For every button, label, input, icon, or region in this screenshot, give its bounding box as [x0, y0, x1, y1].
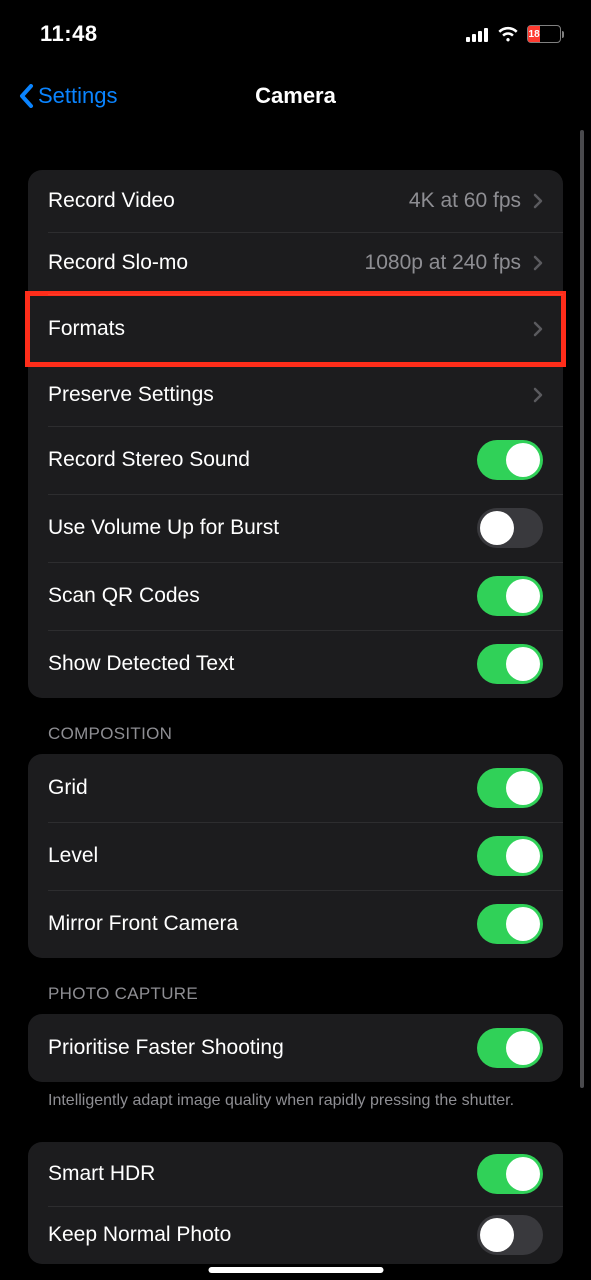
label-level: Level — [48, 844, 98, 868]
toggle-keep-normal[interactable] — [477, 1215, 543, 1255]
label-grid: Grid — [48, 776, 88, 800]
label-scan-qr: Scan QR Codes — [48, 584, 200, 608]
label-record-stereo: Record Stereo Sound — [48, 448, 250, 472]
value-record-slomo: 1080p at 240 fps — [365, 251, 521, 275]
label-keep-normal: Keep Normal Photo — [48, 1223, 231, 1247]
row-scan-qr[interactable]: Scan QR Codes — [28, 562, 563, 630]
row-prioritise-faster[interactable]: Prioritise Faster Shooting — [28, 1014, 563, 1082]
toggle-mirror[interactable] — [477, 904, 543, 944]
toggle-scan-qr[interactable] — [477, 576, 543, 616]
chevron-right-icon — [533, 193, 543, 209]
home-indicator[interactable] — [208, 1267, 383, 1273]
row-detected-text[interactable]: Show Detected Text — [28, 630, 563, 698]
group-photo-capture-1: Prioritise Faster Shooting — [28, 1014, 563, 1082]
navbar: Settings Camera — [0, 66, 591, 126]
label-formats: Formats — [48, 317, 125, 341]
toggle-record-stereo[interactable] — [477, 440, 543, 480]
label-record-slomo: Record Slo-mo — [48, 251, 188, 275]
group-photo-capture-2: Smart HDR Keep Normal Photo — [28, 1142, 563, 1264]
header-photo-capture: Photo Capture — [28, 958, 563, 1014]
group-composition: Grid Level Mirror Front Camera — [28, 754, 563, 958]
toggle-detected-text[interactable] — [477, 644, 543, 684]
row-record-stereo[interactable]: Record Stereo Sound — [28, 426, 563, 494]
battery-percent: 18 — [528, 26, 540, 42]
row-formats[interactable]: Formats — [28, 294, 563, 364]
row-volume-burst[interactable]: Use Volume Up for Burst — [28, 494, 563, 562]
row-grid[interactable]: Grid — [28, 754, 563, 822]
toggle-grid[interactable] — [477, 768, 543, 808]
chevron-right-icon — [533, 387, 543, 403]
footer-prioritise: Intelligently adapt image quality when r… — [28, 1082, 563, 1112]
label-mirror: Mirror Front Camera — [48, 912, 238, 936]
status-bar: 11:48 18 — [0, 0, 591, 60]
row-mirror[interactable]: Mirror Front Camera — [28, 890, 563, 958]
chevron-left-icon — [18, 84, 34, 108]
label-volume-burst: Use Volume Up for Burst — [48, 516, 279, 540]
group-main: Record Video 4K at 60 fps Record Slo-mo … — [28, 170, 563, 698]
status-time: 11:48 — [40, 21, 98, 47]
toggle-level[interactable] — [477, 836, 543, 876]
toggle-smart-hdr[interactable] — [477, 1154, 543, 1194]
back-label: Settings — [38, 83, 118, 109]
header-composition: Composition — [28, 698, 563, 754]
row-level[interactable]: Level — [28, 822, 563, 890]
scroll-indicator[interactable] — [580, 130, 584, 1088]
label-record-video: Record Video — [48, 189, 175, 213]
toggle-prioritise-faster[interactable] — [477, 1028, 543, 1068]
row-record-slomo[interactable]: Record Slo-mo 1080p at 240 fps — [28, 232, 563, 294]
chevron-right-icon — [533, 321, 543, 337]
row-record-video[interactable]: Record Video 4K at 60 fps — [28, 170, 563, 232]
row-preserve-settings[interactable]: Preserve Settings — [28, 364, 563, 426]
label-smart-hdr: Smart HDR — [48, 1162, 155, 1186]
value-record-video: 4K at 60 fps — [409, 189, 521, 213]
row-smart-hdr[interactable]: Smart HDR — [28, 1142, 563, 1206]
label-detected-text: Show Detected Text — [48, 652, 234, 676]
chevron-right-icon — [533, 255, 543, 271]
back-button[interactable]: Settings — [18, 83, 118, 109]
status-icons: 18 — [466, 25, 561, 43]
cellular-icon — [466, 27, 489, 42]
label-preserve-settings: Preserve Settings — [48, 383, 214, 407]
wifi-icon — [497, 26, 519, 42]
toggle-volume-burst[interactable] — [477, 508, 543, 548]
row-keep-normal[interactable]: Keep Normal Photo — [28, 1206, 563, 1264]
label-prioritise-faster: Prioritise Faster Shooting — [48, 1036, 284, 1060]
page-title: Camera — [255, 83, 336, 109]
battery-icon: 18 — [527, 25, 561, 43]
